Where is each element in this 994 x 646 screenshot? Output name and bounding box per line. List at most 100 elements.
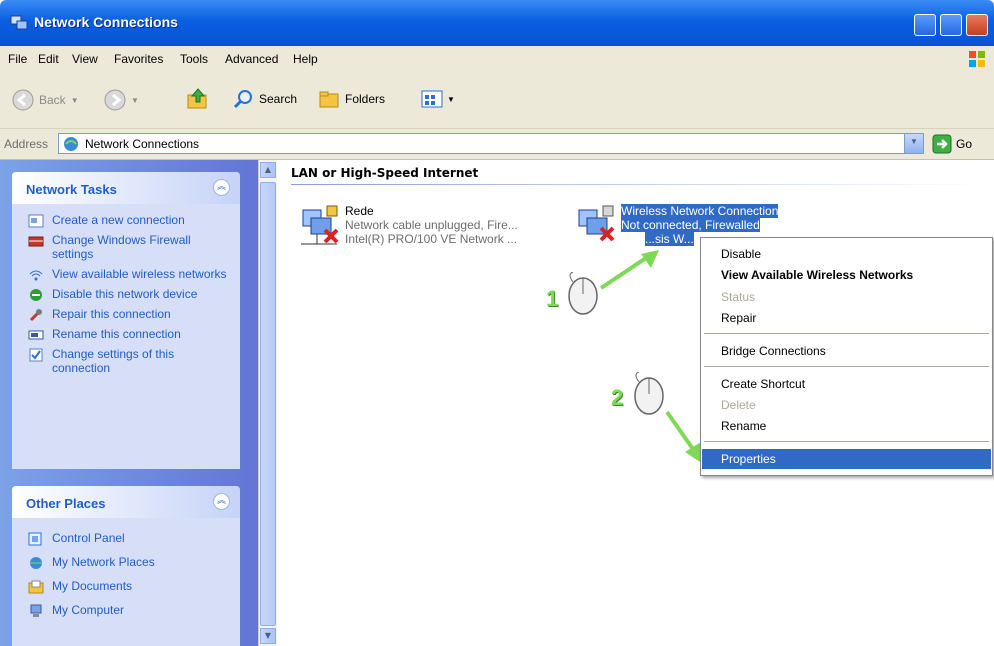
address-label: Address [4, 137, 49, 151]
menu-separator [704, 333, 989, 334]
repair-icon [29, 309, 42, 322]
menu-item-create-shortcut[interactable]: Create Shortcut [702, 374, 991, 394]
network-connections-icon [64, 137, 78, 151]
new-connection-icon [28, 214, 44, 228]
documents-folder-icon [28, 580, 44, 594]
firewall-icon [28, 236, 44, 247]
task-pane: Network Tasks ︽ Create a new connection … [0, 160, 258, 646]
menu-help[interactable]: Help [293, 52, 318, 66]
network-tasks-title: Network Tasks [26, 182, 117, 197]
menu-item-properties[interactable]: Properties [702, 449, 991, 469]
back-button[interactable]: Back ▼ [12, 89, 79, 111]
rename-icon [28, 330, 44, 340]
computer-icon [30, 604, 42, 617]
connection-rede[interactable]: Rede Network cable unplugged, Fire... In… [297, 204, 567, 254]
connection-status: Network cable unplugged, Fire... [345, 218, 518, 232]
menu-item-disable[interactable]: Disable [702, 244, 991, 264]
task-create-connection[interactable]: Create a new connection [12, 210, 240, 230]
annotation-number: 1 [546, 286, 559, 311]
group-divider [291, 184, 987, 185]
menu-separator [704, 441, 989, 442]
close-button[interactable] [966, 14, 988, 36]
menu-item-delete: Delete [721, 398, 756, 412]
connection-name: Rede [345, 204, 374, 218]
maximize-button[interactable] [940, 14, 962, 36]
collapse-icon[interactable]: ︽ [213, 179, 230, 196]
wireless-icon [29, 270, 43, 281]
address-dropdown-button[interactable]: ▼ [904, 134, 923, 153]
place-my-computer[interactable]: My Computer [12, 600, 240, 620]
network-tasks-panel: Network Tasks ︽ Create a new connection … [12, 172, 240, 469]
network-places-icon [30, 557, 42, 569]
chevron-down-icon: ▼ [910, 137, 918, 146]
views-button[interactable]: ▼ [420, 88, 455, 110]
control-panel-icon [28, 532, 42, 546]
place-my-documents[interactable]: My Documents [12, 576, 240, 600]
up-folder-icon [187, 88, 207, 109]
task-pane-scrollbar[interactable]: ▲ ▼ [258, 160, 277, 646]
task-change-firewall[interactable]: Change Windows Firewall settings [12, 230, 240, 264]
address-input[interactable]: Network Connections ▼ [58, 133, 924, 154]
network-tasks-header[interactable]: Network Tasks ︽ [12, 172, 240, 204]
menu-item-view-wireless-networks[interactable]: View Available Wireless Networks [702, 265, 991, 285]
folders-icon [319, 91, 339, 108]
address-value: Network Connections [85, 137, 200, 151]
chevron-down-icon: ▼ [70, 95, 79, 105]
lan-connection-icon [301, 205, 339, 245]
group-header: LAN or High-Speed Internet [291, 166, 479, 180]
scroll-down-icon[interactable]: ▼ [260, 628, 276, 644]
up-folder-button[interactable] [186, 87, 210, 111]
go-label: Go [956, 137, 973, 151]
connection-status: Not connected, Firewalled [621, 218, 760, 232]
context-menu: Disable View Available Wireless Networks… [700, 237, 993, 476]
menu-bar: File Edit View Favorites Tools Advanced … [0, 46, 994, 73]
go-button[interactable]: Go [932, 134, 972, 154]
annotation-number: 2 [611, 385, 624, 410]
menu-edit[interactable]: Edit [38, 52, 59, 66]
settings-icon [29, 348, 43, 362]
search-label: Search [259, 92, 298, 106]
other-places-header[interactable]: Other Places ︽ [12, 486, 240, 518]
network-connections-icon [10, 15, 28, 30]
search-button[interactable]: Search [232, 88, 297, 110]
connection-name: Wireless Network Connection [621, 204, 779, 218]
disable-icon [30, 289, 42, 301]
menu-item-repair[interactable]: Repair [702, 308, 991, 328]
minimize-button[interactable] [914, 14, 936, 36]
task-change-settings[interactable]: Change settings of this connection [12, 344, 240, 378]
search-icon [233, 90, 252, 109]
task-disable-device[interactable]: Disable this network device [12, 284, 240, 304]
scroll-up-icon[interactable]: ▲ [260, 162, 276, 178]
views-icon [421, 90, 443, 108]
chevron-down-icon: ▼ [447, 94, 455, 104]
back-label: Back [39, 93, 66, 107]
place-control-panel[interactable]: Control Panel [12, 528, 240, 552]
menu-tools[interactable]: Tools [180, 52, 208, 66]
menu-item-rename[interactable]: Rename [702, 416, 991, 436]
other-places-panel: Other Places ︽ Control Panel My Network … [12, 486, 240, 646]
address-bar: Address Network Connections ▼ Go [0, 129, 994, 160]
menu-view[interactable]: View [72, 52, 98, 66]
menu-file[interactable]: File [8, 52, 27, 66]
menu-item-bridge-connections[interactable]: Bridge Connections [702, 341, 991, 361]
title-bar: Network Connections [0, 0, 994, 46]
menu-item-status: Status [721, 290, 756, 304]
folders-button[interactable]: Folders [318, 88, 385, 110]
back-arrow-icon [12, 89, 34, 111]
task-view-wireless[interactable]: View available wireless networks [12, 264, 240, 284]
menu-separator [704, 366, 989, 367]
forward-button[interactable]: ▼ [104, 89, 139, 111]
windows-logo-icon [969, 51, 985, 67]
task-repair-connection[interactable]: Repair this connection [12, 304, 240, 324]
collapse-icon[interactable]: ︽ [213, 493, 230, 510]
window-title: Network Connections [34, 14, 178, 30]
go-arrow-icon [932, 134, 952, 154]
connection-device: Intel(R) PRO/100 VE Network ... [345, 232, 518, 246]
menu-favorites[interactable]: Favorites [114, 52, 163, 66]
task-rename-connection[interactable]: Rename this connection [12, 324, 240, 344]
menu-advanced[interactable]: Advanced [225, 52, 278, 66]
folders-label: Folders [345, 92, 386, 106]
chevron-down-icon: ▼ [131, 95, 139, 105]
place-my-network-places[interactable]: My Network Places [12, 552, 240, 576]
scrollbar-thumb[interactable] [260, 182, 276, 626]
